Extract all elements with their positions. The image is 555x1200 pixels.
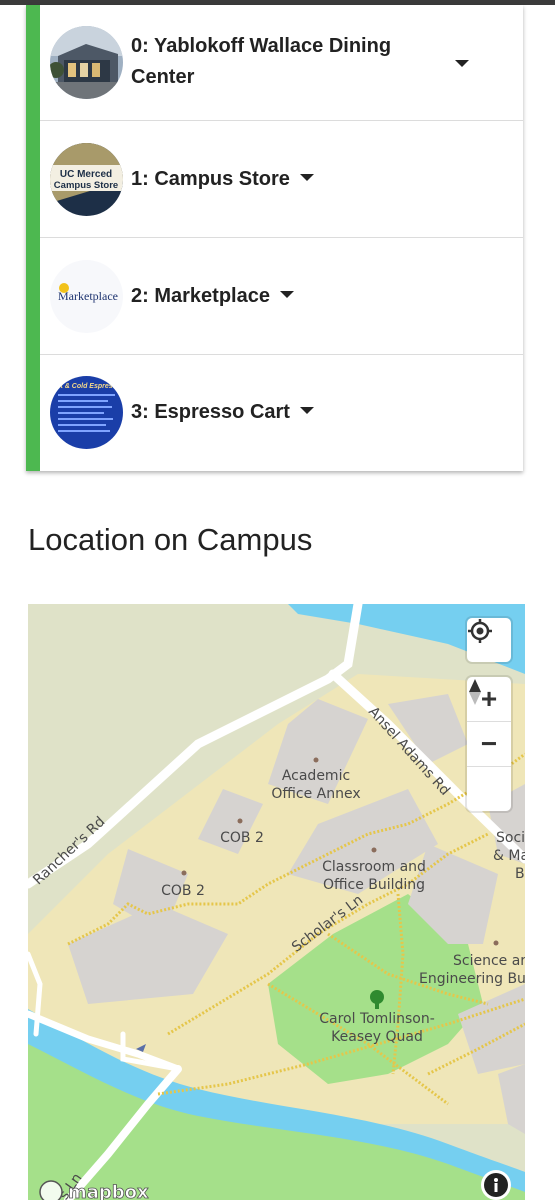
logo-text: Marketplace xyxy=(58,289,118,303)
chevron-down-icon[interactable] xyxy=(299,407,314,415)
label-se2: Engineering Bu xyxy=(419,971,525,987)
label-aoa1: Academic xyxy=(282,768,350,784)
yablokoff-building-thumbnail xyxy=(50,26,123,99)
geolocate-control xyxy=(467,618,511,662)
list-item-yablokoff[interactable]: 0: Yablokoff Wallace Dining Center xyxy=(40,5,523,121)
label-cob1b: Office Building xyxy=(323,877,425,893)
item-label: 3: Espresso Cart xyxy=(131,397,314,428)
chevron-down-icon[interactable] xyxy=(455,60,469,67)
minus-icon: − xyxy=(480,728,498,759)
label-se1: Science ar xyxy=(453,953,525,969)
item-label-text: 1: Campus Store xyxy=(131,168,290,190)
list-accent-bar xyxy=(26,5,40,471)
item-label: 0: Yablokoff Wallace Dining Center xyxy=(131,31,391,93)
label-ssm1: Soci xyxy=(496,830,525,846)
chevron-down-icon[interactable] xyxy=(279,291,294,299)
info-icon xyxy=(484,1173,508,1197)
logo-line1: UC Merced xyxy=(60,169,112,180)
list-item-espresso-cart[interactable]: Hot & Cold Espresso 3: Espresso Cart xyxy=(40,355,523,471)
logo-line2: Campus Store xyxy=(54,180,118,191)
item-label-text: 2: Marketplace xyxy=(131,285,270,307)
campus-store-logo-thumbnail: UC Merced Campus Store xyxy=(50,143,123,216)
item-label-text: 3: Espresso Cart xyxy=(131,401,290,423)
label-quad1: Carol Tomlinson- xyxy=(319,1011,435,1027)
locate-button[interactable] xyxy=(467,618,511,662)
mapbox-wordmark: mapbox xyxy=(68,1182,149,1200)
campus-map[interactable]: Academic Office Annex COB 2 COB 2 Classr… xyxy=(28,604,525,1200)
chevron-down-icon[interactable] xyxy=(299,174,314,182)
compass-button[interactable] xyxy=(467,679,511,811)
label-aoa2: Office Annex xyxy=(271,786,360,802)
marketplace-logo-thumbnail: Marketplace xyxy=(50,260,123,333)
item-label: 1: Campus Store xyxy=(131,164,314,195)
mapbox-logo: mapbox xyxy=(39,1180,149,1200)
attribution-button[interactable] xyxy=(481,1170,511,1200)
dining-location-list: 0: Yablokoff Wallace Dining Center UC Me… xyxy=(26,5,523,471)
item-label-line1: 0: Yablokoff Wallace Dining xyxy=(131,35,392,57)
item-label: 2: Marketplace xyxy=(131,281,294,312)
label-cob2a: COB 2 xyxy=(220,830,264,846)
zoom-out-button[interactable]: − xyxy=(467,721,511,766)
map-canvas[interactable]: Academic Office Annex COB 2 COB 2 Classr… xyxy=(28,604,525,1200)
plus-icon: + xyxy=(480,683,498,714)
compass-icon xyxy=(469,679,481,705)
logo-text: Hot & Cold Espresso xyxy=(51,383,121,390)
label-ssm2: & Ma xyxy=(493,848,525,864)
label-quad2: Keasey Quad xyxy=(331,1029,423,1045)
label-cob1: Classroom and xyxy=(322,859,426,875)
espresso-menu-thumbnail: Hot & Cold Espresso xyxy=(50,376,123,449)
list-item-campus-store[interactable]: UC Merced Campus Store 1: Campus Store xyxy=(40,122,523,238)
locate-icon xyxy=(468,619,492,643)
location-heading: Location on Campus xyxy=(28,522,313,557)
item-label-line2: Center xyxy=(131,66,195,88)
label-ssm3: B xyxy=(515,866,525,882)
label-cob2b: COB 2 xyxy=(161,883,205,899)
list-item-marketplace[interactable]: Marketplace 2: Marketplace xyxy=(40,239,523,355)
navigation-control: + − xyxy=(467,677,511,811)
